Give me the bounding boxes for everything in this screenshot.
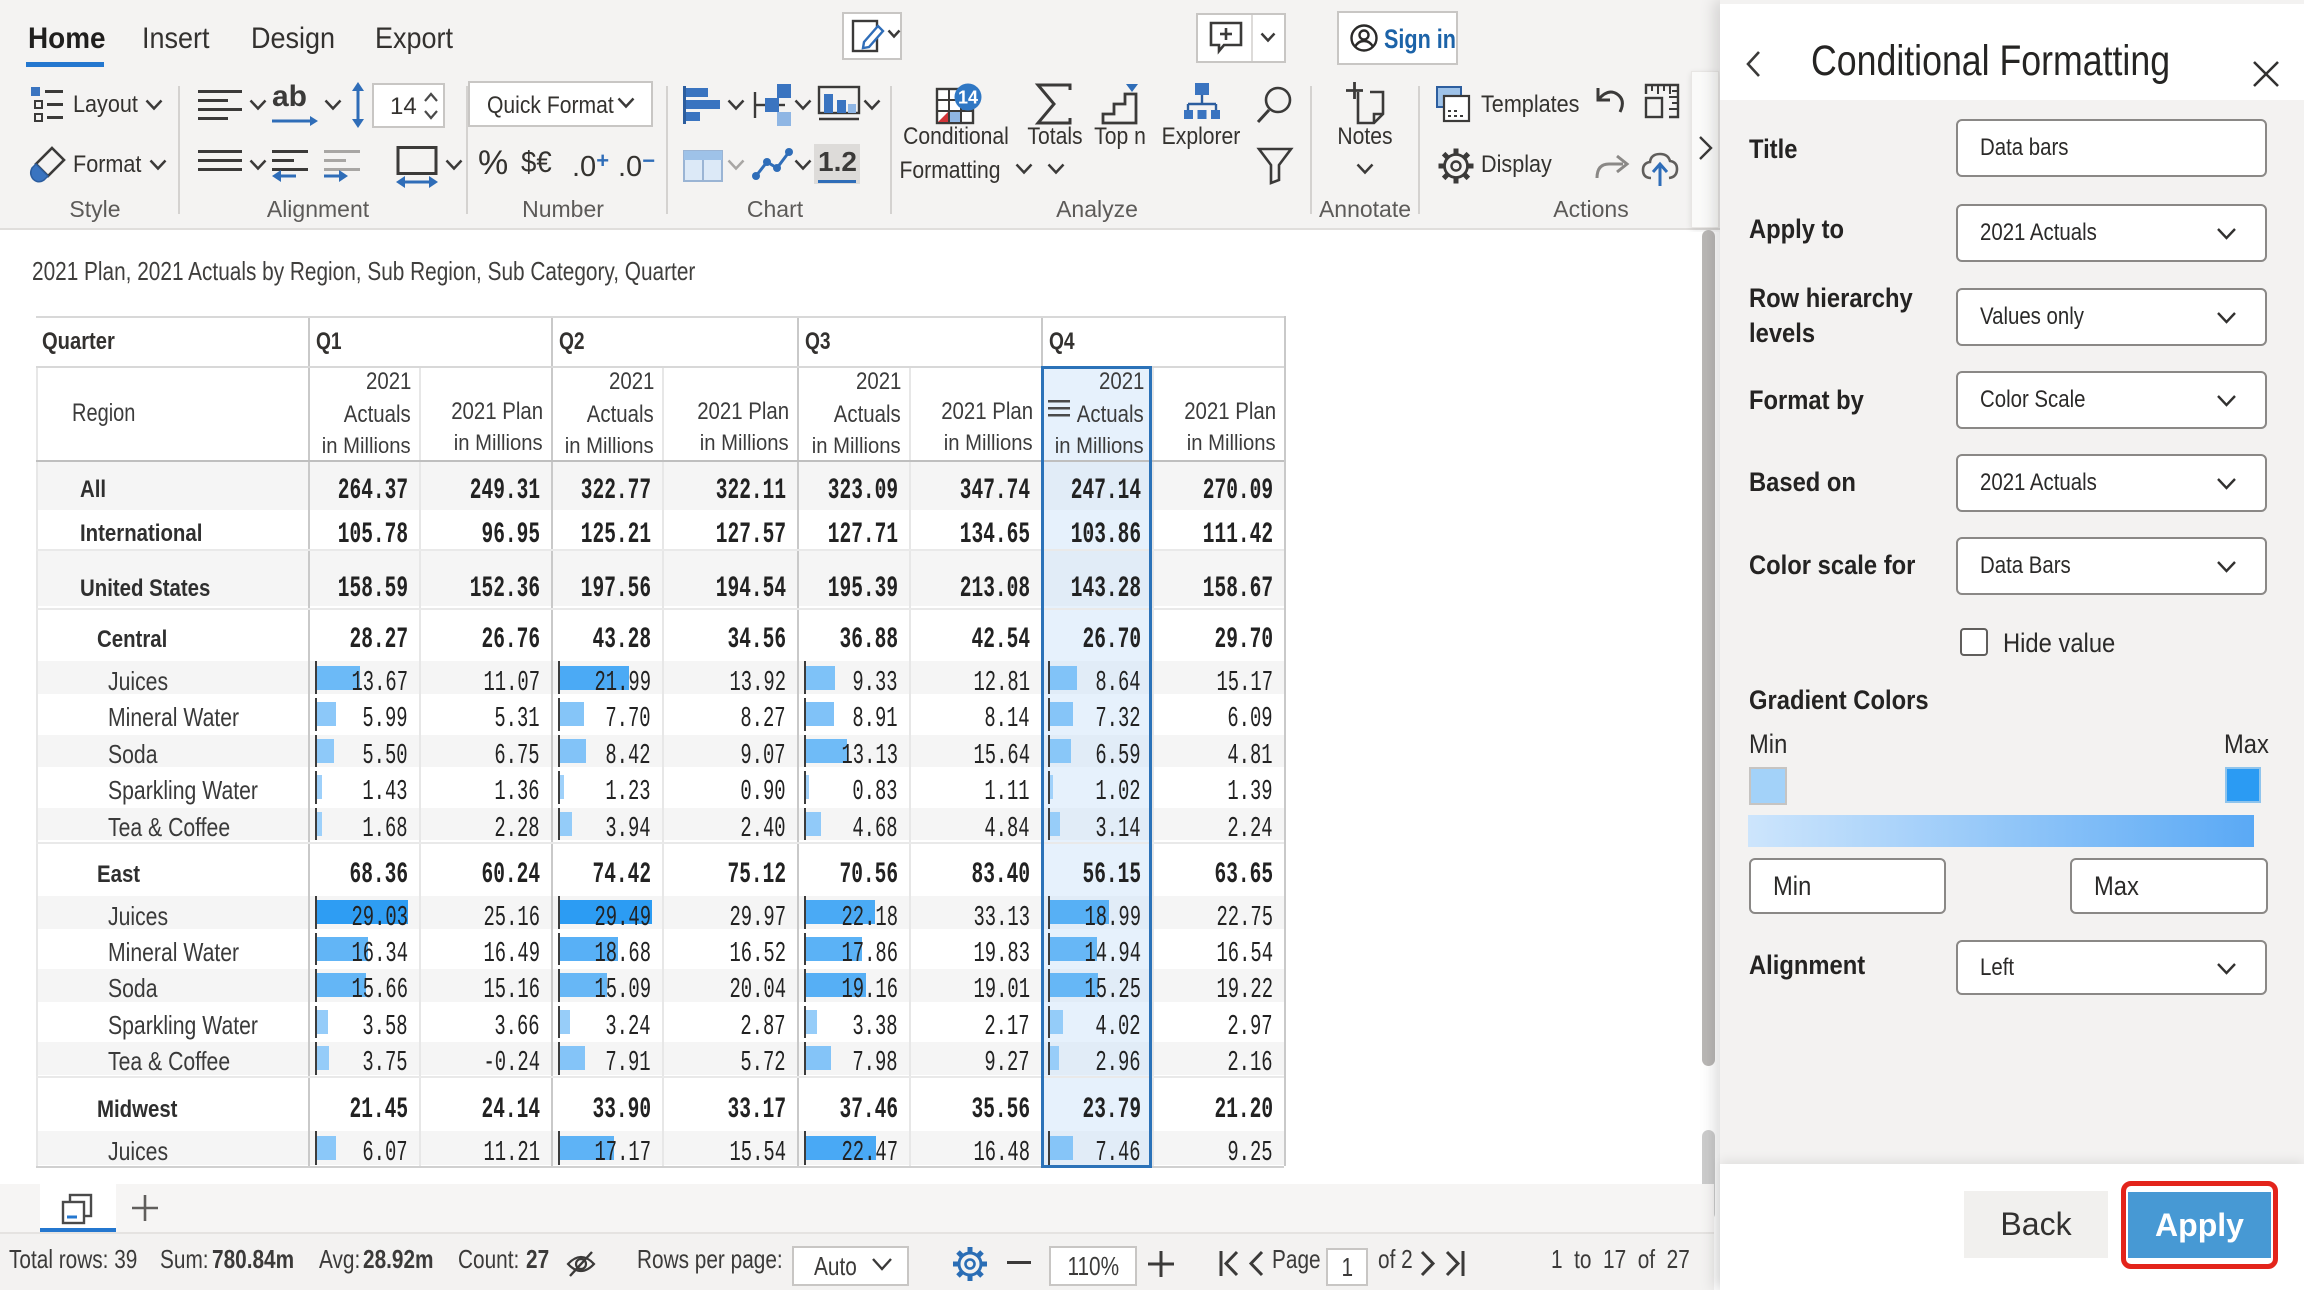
svg-text:14: 14 <box>958 88 978 108</box>
